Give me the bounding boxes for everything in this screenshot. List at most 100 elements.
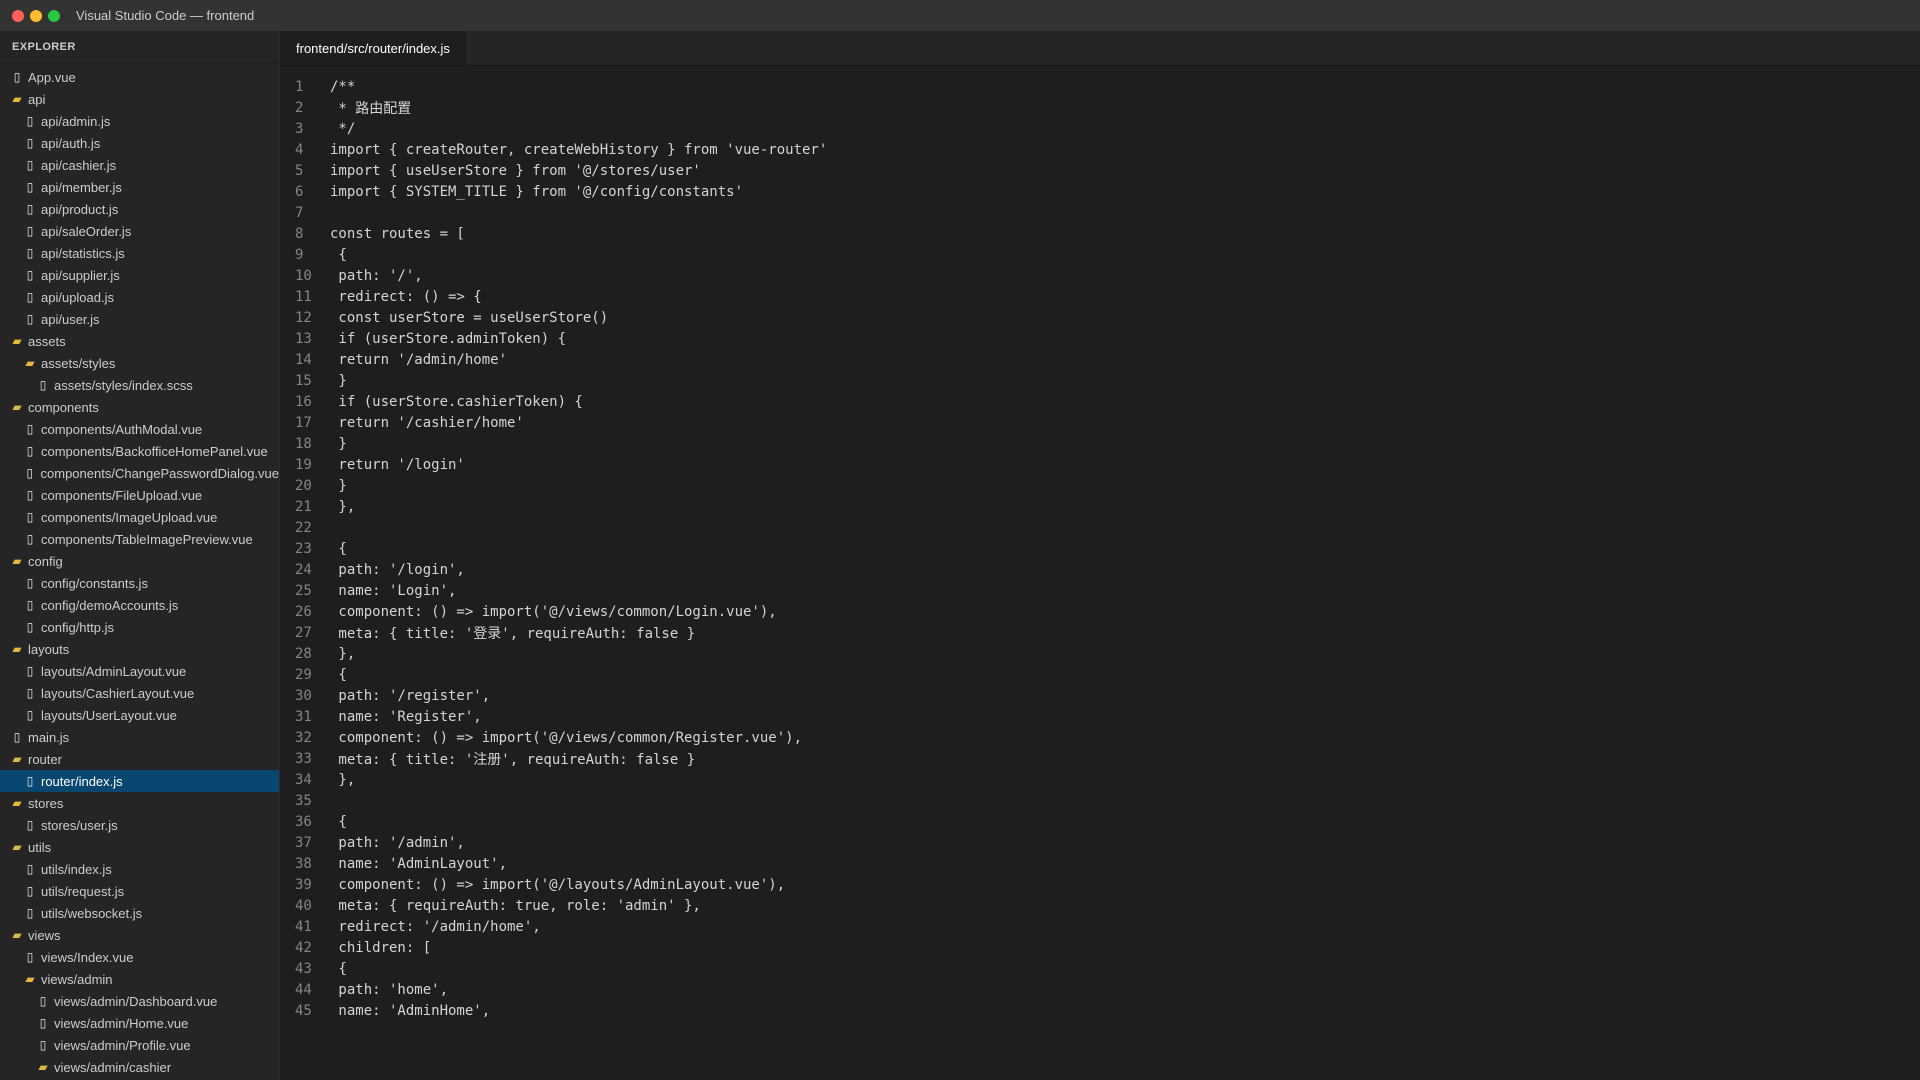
line-number: 36 (295, 813, 312, 830)
code-line: 32 component: () => import('@/views/comm… (280, 727, 1920, 748)
tree-file[interactable]: ▯ api/user.js (0, 308, 279, 330)
tree-file[interactable]: ▯ api/cashier.js (0, 154, 279, 176)
code-line: 5 import { useUserStore } from '@/stores/… (280, 160, 1920, 181)
tree-file[interactable]: ▯ components/TableImagePreview.vue (0, 528, 279, 550)
tree-item-label: api/supplier.js (41, 267, 120, 283)
close-window-button[interactable] (12, 9, 24, 22)
tree-folder[interactable]: ▰ config (0, 550, 279, 572)
code-line: 1 /** (280, 76, 1920, 97)
tree-folder[interactable]: ▰ api (0, 88, 279, 110)
tree-file[interactable]: ▯ api/upload.js (0, 286, 279, 308)
tree-file[interactable]: ▯ main.js (0, 726, 279, 748)
file-icon: ▯ (26, 180, 34, 194)
file-icon: ▯ (26, 268, 34, 282)
tree-file[interactable]: ▯ views/admin/Profile.vue (0, 1034, 279, 1056)
code-line: 12 const userStore = useUserStore() (280, 307, 1920, 328)
code-line: 15 } (280, 370, 1920, 391)
file-icon: ▯ (26, 136, 34, 150)
folder-icon: ▰ (12, 840, 22, 854)
line-number: 8 (295, 225, 304, 242)
minimize-window-button[interactable] (30, 9, 42, 22)
tree-folder[interactable]: ▰ components (0, 396, 279, 418)
tree-file[interactable]: ▯ api/auth.js (0, 132, 279, 154)
tab-router-index-js[interactable]: frontend/src/router/index.js (280, 31, 467, 65)
tree-item-label: api/upload.js (41, 289, 114, 305)
tree-item-label: views/admin/Home.vue (54, 1015, 189, 1031)
line-number: 5 (295, 162, 304, 179)
code-line: 4 import { createRouter, createWebHistory… (280, 139, 1920, 160)
tree-folder[interactable]: ▰ views/admin (0, 968, 279, 990)
file-icon: ▯ (26, 620, 34, 634)
tree-file[interactable]: ▯ api/member.js (0, 176, 279, 198)
code-text: name: 'Login', (330, 582, 457, 599)
tree-item-label: components/ImageUpload.vue (41, 509, 218, 525)
tree-item-label: components/TableImagePreview.vue (41, 531, 253, 547)
tree-item-label: api/product.js (41, 201, 119, 217)
tree-file[interactable]: ▯ api/statistics.js (0, 242, 279, 264)
line-number: 21 (295, 498, 312, 515)
tree-file[interactable]: ▯ views/admin/Dashboard.vue (0, 990, 279, 1012)
file-icon: ▯ (26, 312, 34, 326)
code-text: if (userStore.adminToken) { (330, 330, 567, 347)
code-text: { (330, 540, 347, 557)
tree-folder[interactable]: ▰ assets/styles (0, 352, 279, 374)
tree-file[interactable]: ▯ components/AuthModal.vue (0, 418, 279, 440)
folder-icon: ▰ (12, 752, 22, 766)
tree-file[interactable]: ▯ views/Index.vue (0, 946, 279, 968)
code-editor[interactable]: 1/** 2 * 路由配置 3 */4 import { createRouter, … (280, 66, 1920, 1021)
code-text: component: () => import('@/views/common/… (330, 729, 803, 746)
tree-file[interactable]: ▯ api/saleOrder.js (0, 220, 279, 242)
tree-file[interactable]: ▯ config/constants.js (0, 572, 279, 594)
tree-file[interactable]: ▯ components/FileUpload.vue (0, 484, 279, 506)
tree-file[interactable]: ▯ App.vue (0, 66, 279, 88)
tree-file[interactable]: ▯ utils/websocket.js (0, 902, 279, 924)
file-icon: ▯ (13, 730, 21, 744)
tree-file[interactable]: ▯ components/BackofficeHomePanel.vue (0, 440, 279, 462)
code-line: 30 path: '/register', (280, 685, 1920, 706)
tree-file[interactable]: ▯ layouts/UserLayout.vue (0, 704, 279, 726)
tree-file[interactable]: ▯ api/admin.js (0, 110, 279, 132)
code-line: 35 (280, 790, 1920, 811)
folder-icon: ▰ (25, 972, 35, 986)
tree-file[interactable]: ▯ config/http.js (0, 616, 279, 638)
line-number: 12 (295, 309, 312, 326)
maximize-window-button[interactable] (48, 9, 60, 22)
tree-file[interactable]: ▯ router/index.js (0, 770, 279, 792)
tree-file[interactable]: ▯ stores/user.js (0, 814, 279, 836)
folder-icon: ▰ (38, 1060, 48, 1074)
tree-folder[interactable]: ▰ utils (0, 836, 279, 858)
tree-file[interactable]: ▯ components/ImageUpload.vue (0, 506, 279, 528)
tree-folder[interactable]: ▰ assets (0, 330, 279, 352)
tree-item-label: views/admin/cashier (54, 1059, 172, 1075)
tree-item-label: utils/request.js (41, 883, 125, 899)
tree-file[interactable]: ▯ utils/index.js (0, 858, 279, 880)
tree-file[interactable]: ▯ utils/request.js (0, 880, 279, 902)
tree-folder[interactable]: ▰ stores (0, 792, 279, 814)
tree-folder[interactable]: ▰ layouts (0, 638, 279, 660)
tree-file[interactable]: ▯ assets/styles/index.scss (0, 374, 279, 396)
file-icon: ▯ (26, 444, 34, 458)
tree-folder[interactable]: ▰ router (0, 748, 279, 770)
tree-file[interactable]: ▯ views/admin/Home.vue (0, 1012, 279, 1034)
editor-area: frontend/src/router/index.js 1 /** 2 * 路由配… (280, 31, 1920, 1080)
tree-folder[interactable]: ▰ views/admin/cashier (0, 1056, 279, 1078)
code-line: 23 { (280, 538, 1920, 559)
tree-folder[interactable]: ▰ views (0, 924, 279, 946)
tab-bar: frontend/src/router/index.js (280, 31, 1920, 66)
line-number: 29 (295, 666, 312, 683)
tree-item-label: components/AuthModal.vue (41, 421, 203, 437)
tree-file[interactable]: ▯ api/supplier.js (0, 264, 279, 286)
tree-file[interactable]: ▯ layouts/CashierLayout.vue (0, 682, 279, 704)
file-icon: ▯ (39, 1016, 47, 1030)
tree-file[interactable]: ▯ components/ChangePasswordDialog.vue (0, 462, 279, 484)
file-icon: ▯ (26, 906, 34, 920)
tree-file[interactable]: ▯ layouts/AdminLayout.vue (0, 660, 279, 682)
tree-file[interactable]: ▯ config/demoAccounts.js (0, 594, 279, 616)
tree-item-label: router (28, 751, 62, 767)
tree-file[interactable]: ▯ api/product.js (0, 198, 279, 220)
tree-item-label: views/Index.vue (41, 949, 134, 965)
file-icon: ▯ (26, 774, 34, 788)
code-line: 20 } (280, 475, 1920, 496)
window-title: Visual Studio Code — frontend (76, 8, 255, 23)
tree-item-label: components/BackofficeHomePanel.vue (41, 443, 268, 459)
